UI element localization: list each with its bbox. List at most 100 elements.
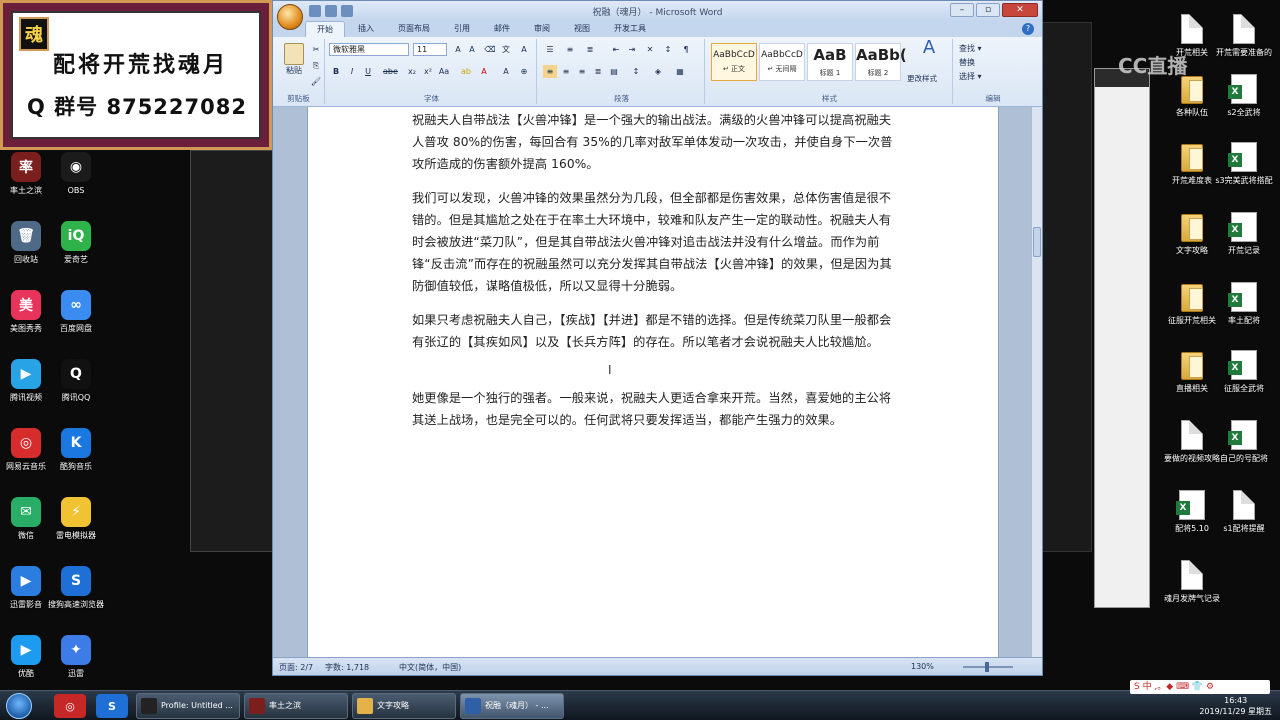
desktop-file-6[interactable]: 文字攻略 <box>1162 212 1222 256</box>
char-shading-icon[interactable]: A <box>499 65 513 78</box>
tab-7[interactable]: 开发工具 <box>603 21 657 37</box>
find-button[interactable]: 查找 ▾ <box>959 43 982 54</box>
page-indicator[interactable]: 页面: 2/7 <box>279 662 313 673</box>
desktop-file-0[interactable]: 开荒相关 <box>1162 14 1222 58</box>
bullets-icon[interactable]: ☰ <box>543 43 557 56</box>
desktop-icon-qq-icon[interactable]: Q 腾讯QQ <box>46 359 106 403</box>
shading-icon[interactable]: ◈ <box>651 65 665 78</box>
strikethrough-icon[interactable]: abe <box>383 65 398 78</box>
sort-icon[interactable]: ↕ <box>661 43 675 56</box>
select-button[interactable]: 选择 ▾ <box>959 71 982 82</box>
superscript-icon[interactable]: x² <box>421 65 435 78</box>
scroll-thumb[interactable] <box>1033 227 1041 257</box>
start-button[interactable] <box>6 693 32 719</box>
desktop-file-2[interactable]: 各种队伍 <box>1162 74 1222 118</box>
ime-toolbar[interactable]: S 中 ,。◆ ⌨ 👕 ⚙ <box>1130 680 1270 694</box>
desktop-icon-ldplayer-icon[interactable]: ⚡ 雷电模拟器 <box>46 497 106 541</box>
desktop-icon-xunlei-icon[interactable]: ✦ 迅雷 <box>46 635 106 679</box>
font-name-select[interactable]: 微软雅黑 <box>329 43 409 56</box>
style-3[interactable]: AaBb(标题 2 <box>855 43 907 81</box>
tab-3[interactable]: 引用 <box>443 21 481 37</box>
underline-icon[interactable]: U <box>361 65 375 78</box>
char-border-icon[interactable]: A <box>517 43 531 56</box>
change-styles-label[interactable]: 更改样式 <box>907 73 937 84</box>
desktop-icon-kugou-icon[interactable]: K 酷狗音乐 <box>46 428 106 472</box>
clock[interactable]: 16:43 2019/11/29 星期五 <box>1199 695 1272 717</box>
multilevel-list-icon[interactable]: ≣ <box>583 43 597 56</box>
desktop-file-1[interactable]: 开荒需要准备的 <box>1214 14 1274 58</box>
vertical-scrollbar[interactable] <box>1031 107 1042 659</box>
italic-icon[interactable]: I <box>345 65 359 78</box>
taskbar-item-obs-icon[interactable]: Profile: Untitled ... <box>136 693 240 719</box>
cut-icon[interactable]: ✂ <box>309 43 323 56</box>
desktop-file-5[interactable]: Xs3完美武将搭配 <box>1214 142 1274 186</box>
replace-button[interactable]: 替换 <box>959 57 975 68</box>
paste-button[interactable]: 粘贴 <box>279 43 309 76</box>
chinese-layout-icon[interactable]: ✕ <box>643 43 657 56</box>
bold-icon[interactable]: B <box>329 65 343 78</box>
desktop-file-12[interactable]: 要做的视频攻略 <box>1162 420 1222 464</box>
desktop-file-14[interactable]: X 配将5.10 <box>1162 490 1222 534</box>
style-0[interactable]: AaBbCcD ↵ 正文 <box>711 43 757 81</box>
desktop-file-3[interactable]: Xs2全武将 <box>1214 74 1274 118</box>
help-icon[interactable]: ? <box>1022 23 1034 35</box>
document-area[interactable]: 祝融夫人自带战法【火兽冲锋】是一个强大的输出战法。满级的火兽冲锋可以提高祝融夫人… <box>273 107 1033 659</box>
font-color-icon[interactable]: A <box>477 65 491 78</box>
copy-icon[interactable]: ⎘ <box>309 59 323 72</box>
taskbar-item-game-icon[interactable]: 率土之滨 <box>244 693 348 719</box>
word-count[interactable]: 字数: 1,718 <box>325 662 369 673</box>
tab-0[interactable]: 开始 <box>305 21 345 37</box>
close-button[interactable]: ✕ <box>1002 3 1038 17</box>
tab-5[interactable]: 审阅 <box>523 21 561 37</box>
clear-format-icon[interactable]: ⌫ <box>483 43 497 56</box>
style-2[interactable]: AaB 标题 1 <box>807 43 853 81</box>
netease-music-taskbar-icon[interactable]: ◎ <box>54 694 86 718</box>
desktop-file-8[interactable]: 征服开荒相关 <box>1162 282 1222 326</box>
enclose-char-icon[interactable]: ⊕ <box>517 65 531 78</box>
desktop-icon-obs-icon[interactable]: ◉ OBS <box>46 152 106 196</box>
desktop-file-10[interactable]: 直播相关 <box>1162 350 1222 394</box>
desktop-icon-iqiyi-icon[interactable]: iQ 爱奇艺 <box>46 221 106 265</box>
borders-icon[interactable]: ▦ <box>673 65 687 78</box>
taskbar-item-folder-icon[interactable]: 文字攻略 <box>352 693 456 719</box>
font-size-select[interactable]: 11 <box>413 43 447 56</box>
zoom-level[interactable]: 130% <box>911 662 934 671</box>
desktop-icon-sogou-browser-icon[interactable]: S 搜狗高速浏览器 <box>46 566 106 610</box>
desktop-icon-baidu-pan-icon[interactable]: ∞ 百度网盘 <box>46 290 106 334</box>
show-marks-icon[interactable]: ¶ <box>679 43 693 56</box>
format-painter-icon[interactable]: 🖌 <box>309 75 323 88</box>
office-button[interactable] <box>277 4 303 30</box>
increase-indent-icon[interactable]: ⇥ <box>625 43 639 56</box>
tab-4[interactable]: 邮件 <box>483 21 521 37</box>
decrease-indent-icon[interactable]: ⇤ <box>609 43 623 56</box>
document-page[interactable]: 祝融夫人自带战法【火兽冲锋】是一个强大的输出战法。满级的火兽冲锋可以提高祝融夫人… <box>307 107 999 659</box>
tab-2[interactable]: 页面布局 <box>387 21 441 37</box>
desktop-file-11[interactable]: X 征服全武将 <box>1214 350 1274 394</box>
minimize-button[interactable]: – <box>950 3 974 17</box>
tab-6[interactable]: 视图 <box>563 21 601 37</box>
align-left-icon[interactable]: ≡ <box>543 65 557 78</box>
taskbar-item-word-icon[interactable]: 祝融（魂月） - ... <box>460 693 564 719</box>
phonetic-icon[interactable]: 文 <box>499 43 513 56</box>
style-1[interactable]: AaBbCcD ↵ 无间隔 <box>759 43 805 81</box>
distributed-icon[interactable]: ▤ <box>607 65 621 78</box>
desktop-file-16[interactable]: 魂月发牌气记录 <box>1162 560 1222 604</box>
subscript-icon[interactable]: x₂ <box>405 65 419 78</box>
tab-1[interactable]: 插入 <box>347 21 385 37</box>
justify-icon[interactable]: ≣ <box>591 65 605 78</box>
desktop-file-4[interactable]: 开荒难度表 <box>1162 142 1222 186</box>
desktop-file-7[interactable]: X 开荒记录 <box>1214 212 1274 256</box>
align-right-icon[interactable]: ≡ <box>575 65 589 78</box>
language-indicator[interactable]: 中文(简体，中国) <box>399 662 461 673</box>
line-spacing-icon[interactable]: ↕ <box>629 65 643 78</box>
desktop-file-15[interactable]: s1配将提醒 <box>1214 490 1274 534</box>
desktop-file-9[interactable]: X 率土配将 <box>1214 282 1274 326</box>
zoom-slider-knob[interactable] <box>985 662 989 672</box>
sogou-browser-taskbar-icon[interactable]: S <box>96 694 128 718</box>
highlight-icon[interactable]: ab <box>459 65 473 78</box>
desktop-file-13[interactable]: X 自己的号配将 <box>1214 420 1274 464</box>
change-case-icon[interactable]: Aa <box>437 65 451 78</box>
grow-font-icon[interactable]: A <box>451 43 465 56</box>
numbering-icon[interactable]: ≡ <box>563 43 577 56</box>
maximize-button[interactable]: ▫ <box>976 3 1000 17</box>
